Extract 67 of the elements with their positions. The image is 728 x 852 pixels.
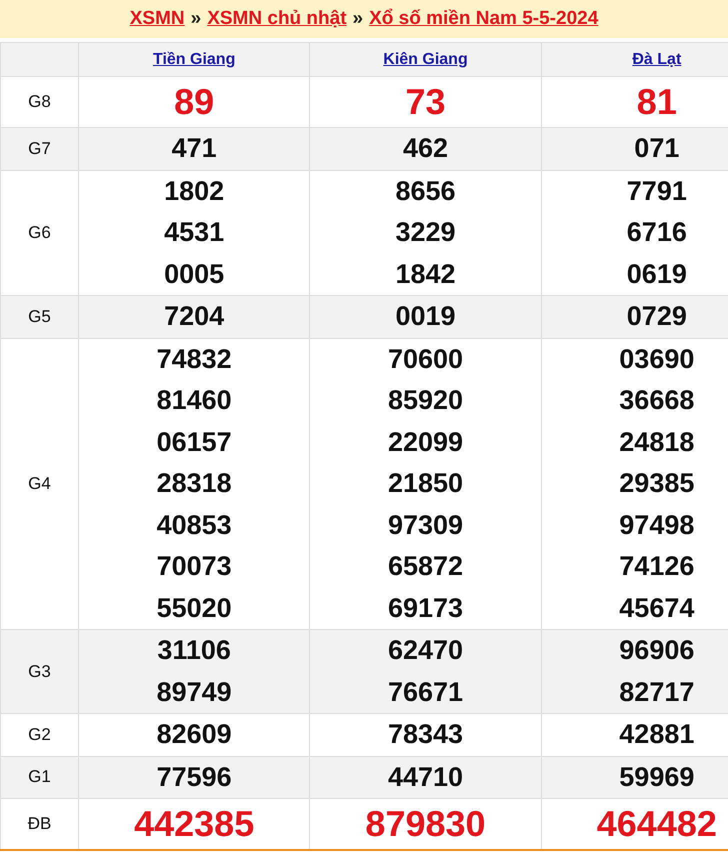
result-number: 40853	[156, 508, 233, 542]
result-number: 24818	[618, 426, 696, 458]
result-number: 0005	[163, 258, 226, 290]
result-number: 81	[636, 80, 678, 124]
result-number: 879830	[364, 802, 487, 846]
prize-label: G5	[0, 296, 78, 338]
result-number: 7791	[626, 174, 688, 208]
result-number: 6716	[626, 216, 688, 249]
prize-label: ĐB	[0, 798, 78, 850]
province-link[interactable]: Tiền Giang	[152, 50, 236, 68]
result-number: 1842	[394, 258, 457, 290]
result-number: 74126	[618, 550, 696, 583]
result-number: 97498	[618, 508, 696, 542]
result-number: 462	[402, 132, 450, 165]
result-number: 82609	[156, 718, 233, 751]
result-number: 471	[170, 132, 218, 165]
result-number: 73	[404, 80, 447, 124]
result-number: 70073	[156, 550, 233, 583]
result-number: 44710	[386, 760, 464, 794]
prize-label: G2	[0, 714, 78, 756]
result-number: 89749	[156, 676, 233, 708]
result-number: 8656	[394, 174, 457, 208]
province-link[interactable]: Đà Lạt	[632, 50, 682, 68]
prize-label: G7	[0, 128, 78, 170]
result-number: 89	[173, 80, 216, 124]
result-number: 0729	[626, 300, 688, 333]
result-number: 85920	[386, 384, 464, 417]
result-number: 06157	[156, 426, 233, 458]
result-number: 77596	[156, 760, 233, 794]
result-number: 70600	[386, 342, 464, 376]
result-number: 29385	[618, 467, 696, 500]
breadcrumb-separator: »	[352, 8, 364, 30]
result-number: 28318	[156, 467, 233, 500]
breadcrumb-link[interactable]: XSMN chủ nhật	[207, 8, 347, 30]
result-number: 3229	[394, 216, 457, 249]
result-number: 69173	[386, 592, 464, 624]
result-number: 96906	[618, 634, 696, 667]
breadcrumb-separator: »	[190, 8, 202, 30]
result-number: 31106	[156, 634, 232, 667]
result-number: 55020	[156, 592, 233, 624]
result-number: 7204	[163, 300, 226, 333]
result-number: 81460	[156, 384, 233, 417]
result-number: 464482	[596, 802, 718, 846]
result-number: 442385	[133, 802, 256, 846]
result-number: 76671	[386, 676, 464, 708]
result-number: 22099	[386, 426, 464, 458]
result-number: 42881	[618, 718, 696, 751]
result-number: 65872	[386, 550, 464, 583]
result-number: 45674	[618, 592, 696, 624]
result-number: 4531	[163, 216, 226, 249]
result-number: 071	[633, 132, 680, 165]
result-number: 21850	[386, 467, 464, 500]
result-number: 74832	[156, 342, 233, 376]
result-number: 0019	[394, 300, 457, 333]
result-number: 03690	[618, 342, 696, 376]
breadcrumb-link[interactable]: Xổ số miền Nam 5-5-2024	[369, 8, 598, 30]
result-number: 82717	[618, 676, 696, 708]
result-number: 1802	[163, 174, 226, 208]
result-number: 0619	[626, 258, 688, 290]
breadcrumb-link[interactable]: XSMN	[130, 8, 185, 30]
result-number: 62470	[386, 634, 464, 667]
province-link[interactable]: Kiên Giang	[383, 50, 468, 68]
result-number: 97309	[386, 508, 464, 542]
result-number: 59969	[618, 760, 696, 794]
result-number: 78343	[386, 718, 464, 751]
prize-label: G4	[0, 338, 78, 630]
result-number: 36668	[618, 384, 696, 417]
